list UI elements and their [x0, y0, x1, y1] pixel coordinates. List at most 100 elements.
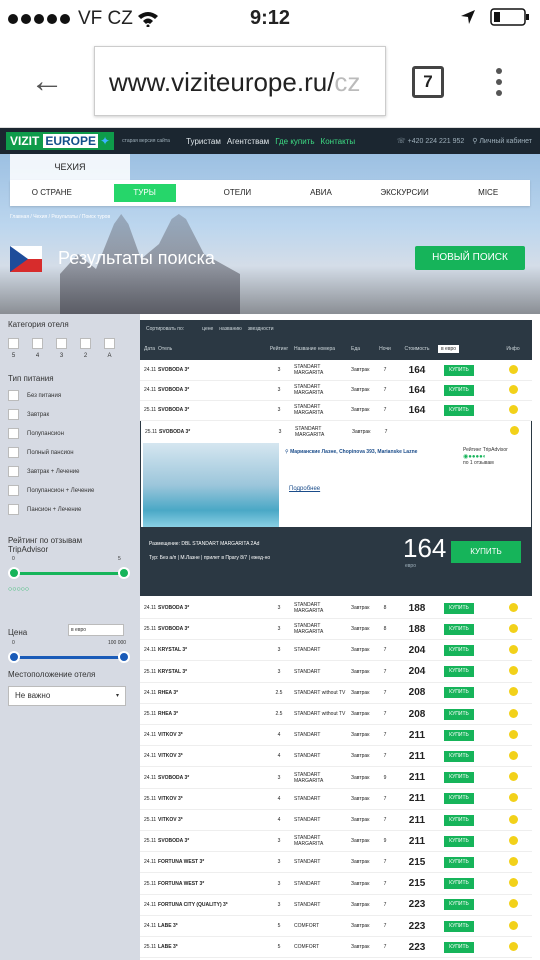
rating-slider-min-handle[interactable] [8, 567, 20, 579]
price-slider-min-handle[interactable] [8, 651, 20, 663]
info-icon[interactable] [508, 835, 518, 845]
buy-button-large[interactable]: КУПИТЬ [451, 541, 521, 563]
buy-button[interactable]: КУПИТЬ [444, 814, 474, 826]
table-row[interactable]: 24.11 SVOBODA 3* 3 STANDART MARGARITA Завтра… [140, 768, 532, 789]
table-row[interactable]: 25.11 VITKOV 3* 4 STANDART Завтрак 7 211 КУПИТЬ [140, 810, 532, 831]
buy-button[interactable]: КУПИТЬ [444, 750, 474, 762]
table-row[interactable]: 25.11 SVOBODA 3* 3 STANDART MARGARITA Завтра… [140, 831, 532, 853]
buy-button[interactable]: КУПИТЬ [444, 856, 474, 868]
info-icon[interactable] [508, 920, 518, 930]
info-icon[interactable] [508, 623, 518, 633]
star-checkbox-a[interactable] [104, 338, 115, 349]
new-search-button[interactable]: НОВЫЙ ПОИСК [415, 246, 525, 270]
info-icon[interactable] [508, 384, 518, 394]
buy-button[interactable]: КУПИТЬ [444, 687, 474, 699]
star-checkbox-2[interactable] [80, 338, 91, 349]
star-checkbox-3[interactable] [56, 338, 67, 349]
buy-button[interactable]: КУПИТЬ [444, 364, 474, 376]
table-row[interactable]: 25.11 FORTUNA WEST 3* 3 STANDART Завтрак 7 215… [140, 874, 532, 895]
url-bar[interactable]: www.viziteurope.ru/cz [94, 46, 386, 116]
buy-button[interactable]: КУПИТЬ [444, 899, 474, 911]
nav-agencies[interactable]: Агентствам [227, 137, 269, 146]
sort-by-name[interactable]: названию [219, 326, 241, 332]
table-row[interactable]: 24.11 VITKOV 3* 4 STANDART Завтрак 7 211 КУПИТЬ [140, 725, 532, 747]
buy-button[interactable]: КУПИТЬ [444, 708, 474, 720]
table-row[interactable]: 24.11 FORTUNA WEST 3* 3 STANDART Завтрак 7 215… [140, 852, 532, 874]
table-row[interactable]: 25.11 VITKOV 3* 4 STANDART Завтрак 7 211 КУПИТЬ [140, 789, 532, 810]
back-arrow-icon[interactable]: ← [30, 64, 64, 98]
food-option[interactable]: Полупансион [8, 428, 64, 439]
info-icon[interactable] [509, 426, 519, 435]
info-icon[interactable] [508, 793, 518, 803]
food-option[interactable]: Завтрак [8, 409, 49, 420]
tab-about-country[interactable]: О СТРАНЕ [10, 184, 94, 202]
sort-by-price[interactable]: цене [202, 326, 213, 332]
buy-button[interactable]: КУПИТЬ [444, 920, 474, 932]
table-row[interactable]: 24.11 VITKOV 3* 4 STANDART Завтрак 7 211 КУПИТЬ [140, 746, 532, 768]
info-icon[interactable] [508, 878, 518, 888]
table-row[interactable]: 25.11 SVOBODA 3* 3 STANDART MARGARITA За… [141, 421, 533, 442]
table-row[interactable]: 24.11 LABE 3* 5 COMFORT Завтрак 7 223 КУПИТЬ [140, 916, 532, 937]
info-icon[interactable] [508, 666, 518, 676]
info-icon[interactable] [508, 404, 518, 414]
tab-switcher-button[interactable]: 7 [412, 66, 444, 98]
info-icon[interactable] [508, 814, 518, 824]
food-option[interactable]: Завтрак + Лечение [8, 466, 79, 477]
tab-avia[interactable]: АВИА [279, 184, 363, 202]
buy-button[interactable]: КУПИТЬ [444, 404, 474, 416]
tab-mice[interactable]: MICE [446, 184, 530, 202]
food-option[interactable]: Полупансион + Лечение [8, 485, 94, 496]
table-row[interactable]: 25.11 SVOBODA 3* 3 STANDART MARGARITA Завтра… [140, 400, 532, 421]
buy-button[interactable]: КУПИТЬ [444, 384, 474, 396]
price-currency-select[interactable]: в евро [68, 624, 124, 636]
site-logo[interactable]: VIZIT EUROPE ✦ [6, 132, 115, 150]
info-icon[interactable] [508, 602, 518, 612]
info-icon[interactable] [508, 941, 518, 951]
buy-button[interactable]: КУПИТЬ [444, 623, 474, 635]
buy-button[interactable]: КУПИТЬ [444, 666, 474, 678]
food-option[interactable]: Пансион + Лечение [8, 504, 81, 515]
more-details-link[interactable]: Подробнее [289, 486, 320, 492]
table-row[interactable]: 25.11 RHEA 3* 2.5 STANDART without TV Завтра… [140, 704, 532, 725]
buy-button[interactable]: КУПИТЬ [444, 878, 474, 890]
food-option[interactable]: Полный пансион [8, 447, 74, 458]
hotel-photo[interactable] [143, 443, 279, 527]
personal-cabinet-link[interactable]: ⚲ Личный кабинет [472, 137, 532, 145]
table-row[interactable]: 24.11 SVOBODA 3* 3 STANDART MARGARITA Завтра… [140, 380, 532, 401]
breadcrumb[interactable]: Главная / Чехия / Результаты / Поиск тур… [10, 214, 110, 220]
price-slider-max-handle[interactable] [118, 651, 130, 663]
star-checkbox-4[interactable] [32, 338, 43, 349]
buy-button[interactable]: КУПИТЬ [444, 602, 474, 614]
info-icon[interactable] [508, 750, 518, 760]
nav-contacts[interactable]: Контакты [321, 137, 356, 146]
table-row[interactable]: 25.11 SVOBODA 3* 3 STANDART MARGARITA Завтра… [140, 619, 532, 641]
buy-button[interactable]: КУПИТЬ [444, 835, 474, 847]
buy-button[interactable]: КУПИТЬ [444, 729, 474, 741]
buy-button[interactable]: КУПИТЬ [444, 793, 474, 805]
tab-tours[interactable]: ТУРЫ [113, 184, 176, 202]
buy-button[interactable]: КУПИТЬ [444, 644, 474, 656]
nav-tourists[interactable]: Туристам [186, 137, 221, 146]
table-row[interactable]: 25.11 KRYSTAL 3* 3 STANDART Завтрак 7 204 КУПИТ… [140, 662, 532, 683]
table-row[interactable]: 24.11 SVOBODA 3* 3 STANDART MARGARITA Завтра… [140, 360, 532, 381]
overflow-menu-icon[interactable] [496, 68, 502, 96]
buy-button[interactable]: КУПИТЬ [444, 941, 474, 953]
info-icon[interactable] [508, 364, 518, 374]
tab-hotels[interactable]: ОТЕЛИ [196, 184, 280, 202]
price-slider[interactable] [8, 651, 130, 663]
info-icon[interactable] [508, 899, 518, 909]
country-tab[interactable]: ЧЕХИЯ [10, 154, 130, 180]
sort-by-stars[interactable]: звездности [248, 326, 274, 332]
tab-excursions[interactable]: ЭКСКУРСИИ [363, 184, 447, 202]
info-icon[interactable] [508, 687, 518, 697]
table-row[interactable]: 24.11 FORTUNA CITY (QUALITY) 3* 3 STANDART З… [140, 895, 532, 916]
old-version-link[interactable]: старая версия сайта [122, 138, 180, 144]
info-icon[interactable] [508, 708, 518, 718]
location-select[interactable]: Не важно ▾ [8, 686, 126, 706]
currency-select[interactable]: в евро [438, 345, 460, 353]
star-checkbox-5[interactable] [8, 338, 19, 349]
table-row[interactable]: 25.11 LABE 3* 5 COMFORT Завтрак 7 223 КУПИТЬ [140, 937, 532, 959]
buy-button[interactable]: КУПИТЬ [444, 772, 474, 784]
rating-slider[interactable] [8, 567, 130, 579]
food-option[interactable]: Без питания [8, 390, 61, 401]
